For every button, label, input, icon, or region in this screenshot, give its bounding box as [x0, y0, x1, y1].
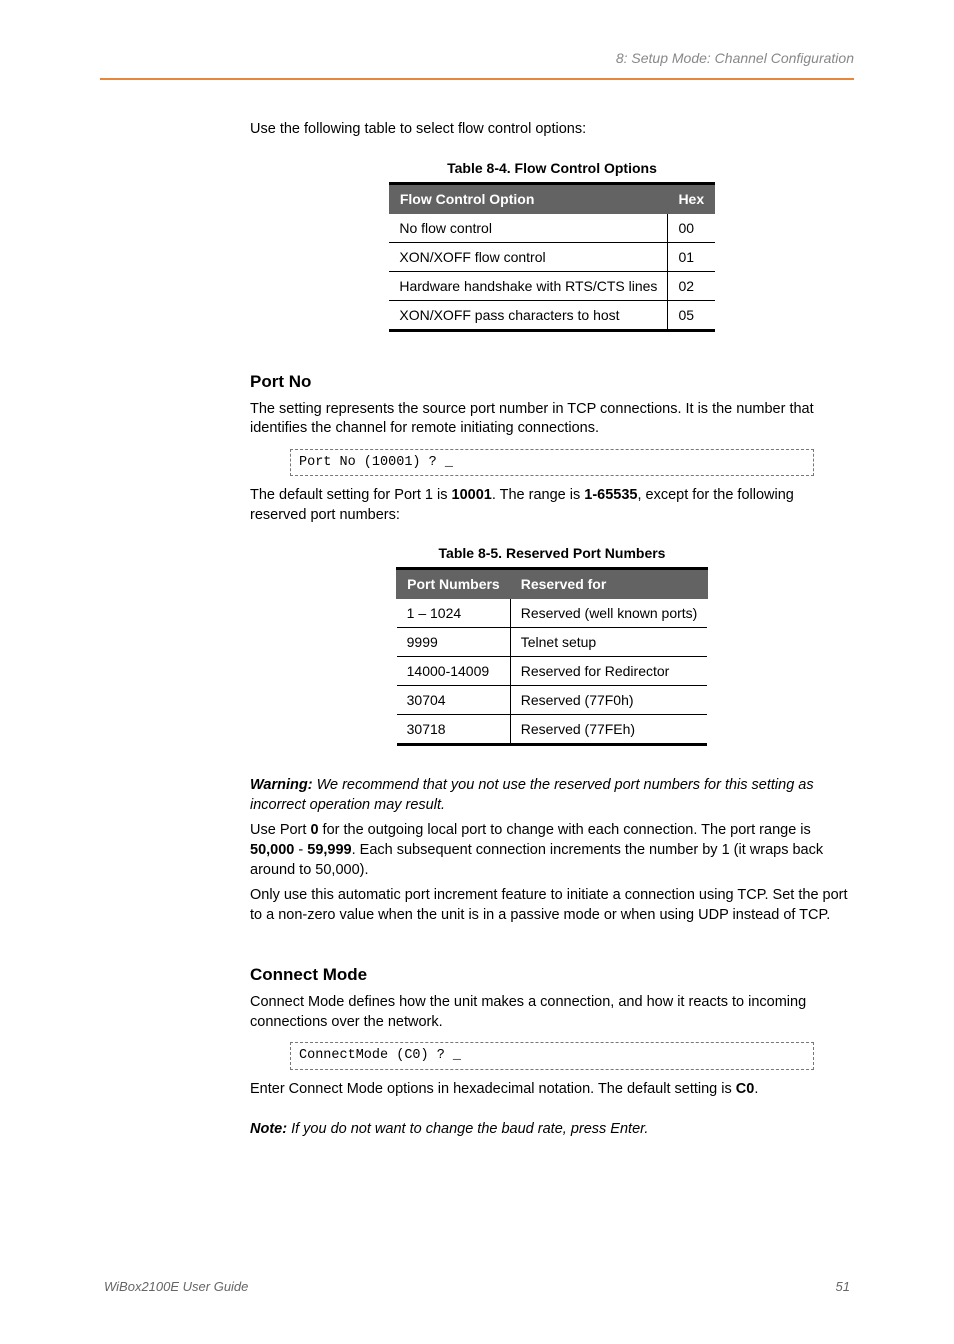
cell: 02 [668, 271, 715, 300]
warning-label: Warning: [250, 777, 313, 793]
table-row: No flow control00 [389, 213, 714, 242]
value: 50,000 [250, 842, 294, 858]
table-header: Reserved for [510, 569, 707, 599]
footer-left: WiBox2100E User Guide [104, 1279, 248, 1294]
warning-text: We recommend that you not use the reserv… [250, 777, 814, 813]
intro-text: Use the following table to select flow c… [250, 120, 854, 140]
only-paragraph: Only use this automatic port increment f… [250, 886, 854, 925]
connect-mode-desc: Connect Mode defines how the unit makes … [250, 993, 854, 1032]
cell: No flow control [389, 213, 668, 242]
value: 0 [310, 822, 318, 838]
table-row: XON/XOFF flow control01 [389, 242, 714, 271]
cell: 14000-14009 [397, 657, 511, 686]
text: The default setting for Port 1 is [250, 487, 452, 503]
content-area: Use the following table to select flow c… [250, 120, 854, 1139]
text: . The range is [492, 487, 584, 503]
page-footer: WiBox2100E User Guide 51 [100, 1279, 854, 1294]
text: - [294, 842, 307, 858]
table-row: 14000-14009Reserved for Redirector [397, 657, 708, 686]
table-row: 30718Reserved (77FEh) [397, 715, 708, 745]
cell: 30718 [397, 715, 511, 745]
port-no-default: The default setting for Port 1 is 10001.… [250, 486, 854, 525]
table-header: Flow Control Option [389, 183, 668, 213]
value: C0 [736, 1081, 755, 1097]
cell: 00 [668, 213, 715, 242]
note-text: If you do not want to change the baud ra… [287, 1121, 648, 1137]
table-header: Port Numbers [397, 569, 511, 599]
value: 59,999 [307, 842, 351, 858]
text: Enter Connect Mode options in hexadecima… [250, 1081, 736, 1097]
text: Use Port [250, 822, 310, 838]
cell: XON/XOFF flow control [389, 242, 668, 271]
header-text: 8: Setup Mode: Channel Configuration [100, 50, 854, 70]
section-title-port-no: Port No [250, 372, 854, 392]
cell: Telnet setup [510, 628, 707, 657]
cell: Reserved (well known ports) [510, 599, 707, 628]
cell: Hardware handshake with RTS/CTS lines [389, 271, 668, 300]
table-row: 1 – 1024Reserved (well known ports) [397, 599, 708, 628]
flow-control-table: Flow Control Option Hex No flow control0… [389, 182, 715, 332]
warning-paragraph: Warning: We recommend that you not use t… [250, 776, 854, 815]
port-no-desc: The setting represents the source port n… [250, 400, 854, 439]
table-caption: Table 8-5. Reserved Port Numbers [250, 545, 854, 561]
cell: 9999 [397, 628, 511, 657]
cell: 30704 [397, 686, 511, 715]
page-header: 8: Setup Mode: Channel Configuration [100, 50, 854, 80]
cell: 1 – 1024 [397, 599, 511, 628]
note-paragraph: Note: If you do not want to change the b… [250, 1120, 854, 1140]
value: 10001 [452, 487, 492, 503]
cell: Reserved (77FEh) [510, 715, 707, 745]
table-row: 9999Telnet setup [397, 628, 708, 657]
cell: 01 [668, 242, 715, 271]
cell: Reserved for Redirector [510, 657, 707, 686]
table-row: 30704Reserved (77F0h) [397, 686, 708, 715]
code-box-connect: ConnectMode (C0) ? _ [290, 1042, 814, 1070]
table-row: Hardware handshake with RTS/CTS lines02 [389, 271, 714, 300]
value: 1-65535 [584, 487, 637, 503]
cell: XON/XOFF pass characters to host [389, 300, 668, 330]
note-label: Note: [250, 1121, 287, 1137]
connect-mode-hex: Enter Connect Mode options in hexadecima… [250, 1080, 854, 1100]
section-title-connect-mode: Connect Mode [250, 965, 854, 985]
reserved-ports-table: Port Numbers Reserved for 1 – 1024Reserv… [396, 567, 708, 746]
cell: 05 [668, 300, 715, 330]
text: . [754, 1081, 758, 1097]
page: 8: Setup Mode: Channel Configuration Use… [0, 0, 954, 1344]
table-row: XON/XOFF pass characters to host05 [389, 300, 714, 330]
text: for the outgoing local port to change wi… [319, 822, 811, 838]
code-box-port: Port No (10001) ? _ [290, 449, 814, 477]
cell: Reserved (77F0h) [510, 686, 707, 715]
footer-right: 51 [836, 1279, 850, 1294]
use-port-paragraph: Use Port 0 for the outgoing local port t… [250, 821, 854, 880]
table-caption: Table 8-4. Flow Control Options [250, 160, 854, 176]
table-header: Hex [668, 183, 715, 213]
